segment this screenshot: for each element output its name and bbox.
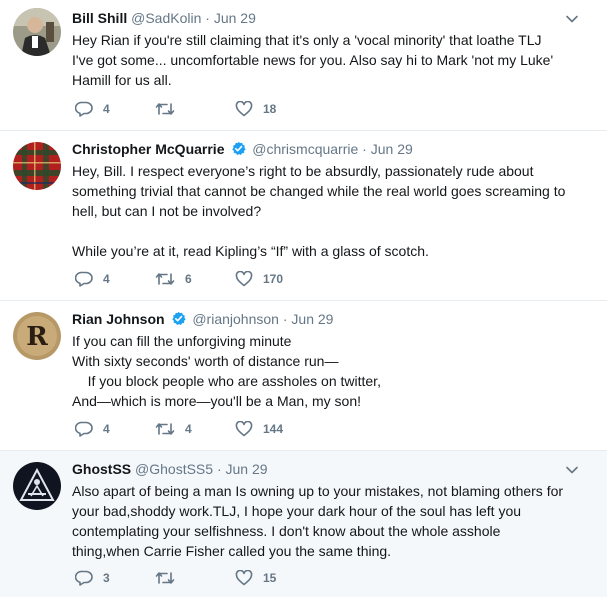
retweet-icon xyxy=(155,423,175,435)
separator-dot: · xyxy=(216,461,222,477)
avatar-ghostss[interactable] xyxy=(13,462,61,510)
tweet-rian-johnson[interactable]: R Rian Johnson @rianjohnson · Jun 29 If … xyxy=(0,301,607,451)
author-name[interactable]: GhostSS xyxy=(72,461,131,477)
like-button[interactable]: 18 xyxy=(235,101,315,117)
reply-count: 4 xyxy=(103,422,110,436)
retweet-button[interactable] xyxy=(155,570,235,586)
retweet-icon xyxy=(155,572,175,584)
reply-button[interactable]: 4 xyxy=(75,101,155,117)
retweet-button[interactable]: 6 xyxy=(155,271,235,287)
retweet-icon xyxy=(155,103,175,115)
verified-icon xyxy=(232,141,246,155)
verified-icon xyxy=(172,311,187,325)
timestamp[interactable]: Jun 29 xyxy=(371,141,413,157)
timestamp[interactable]: Jun 29 xyxy=(214,10,256,26)
like-count: 170 xyxy=(263,272,284,286)
reply-icon xyxy=(75,421,93,437)
retweet-count: 6 xyxy=(185,272,192,286)
reply-button[interactable]: 4 xyxy=(75,421,155,437)
like-icon xyxy=(235,421,253,437)
reply-button[interactable]: 3 xyxy=(75,570,155,586)
author-handle[interactable]: @SadKolin xyxy=(131,10,201,26)
avatar-christopher-mcquarrie[interactable] xyxy=(13,142,61,190)
avatar-letter: R xyxy=(26,322,48,352)
like-icon xyxy=(235,101,253,117)
timestamp[interactable]: Jun 29 xyxy=(226,461,268,477)
tweet-ghostss[interactable]: GhostSS @GhostSS5 · Jun 29 Also apart of… xyxy=(0,451,607,597)
like-count: 18 xyxy=(263,102,277,116)
author-name[interactable]: Christopher McQuarrie xyxy=(72,141,224,157)
retweet-button[interactable]: 4 xyxy=(155,421,235,437)
timestamp[interactable]: Jun 29 xyxy=(291,311,333,327)
tweet-text: Also apart of being a man Is owning up t… xyxy=(72,483,564,559)
tweet-text: Hey, Bill. I respect everyone’s right to… xyxy=(72,163,566,259)
tweet-text: Hey Rian if you're still claiming that i… xyxy=(72,32,554,88)
author-handle[interactable]: @GhostSS5 xyxy=(135,461,213,477)
tweet-text: If you can fill the unforgiving minute W… xyxy=(72,333,381,409)
separator-dot: · xyxy=(205,10,210,26)
author-handle[interactable]: @rianjohnson xyxy=(192,311,279,327)
author-name[interactable]: Bill Shill xyxy=(72,10,127,26)
reply-icon xyxy=(75,101,93,117)
reply-count: 4 xyxy=(103,272,110,286)
like-icon xyxy=(235,271,253,287)
retweet-button[interactable] xyxy=(155,101,235,117)
reply-icon xyxy=(75,570,93,586)
tweet-bill-shill[interactable]: Bill Shill @SadKolin · Jun 29 Hey Rian i… xyxy=(0,0,607,131)
like-icon xyxy=(235,570,253,586)
like-count: 144 xyxy=(263,422,284,436)
reply-icon xyxy=(75,271,93,287)
separator-dot: · xyxy=(362,141,367,157)
like-button[interactable]: 144 xyxy=(235,421,315,437)
retweet-count: 4 xyxy=(185,422,192,436)
reply-count: 4 xyxy=(103,102,110,116)
author-handle[interactable]: @chrismcquarrie xyxy=(252,141,358,157)
reply-button[interactable]: 4 xyxy=(75,271,155,287)
tweet-christopher-mcquarrie[interactable]: Christopher McQuarrie @chrismcquarrie · … xyxy=(0,131,607,301)
chevron-down-icon[interactable] xyxy=(565,463,579,477)
retweet-icon xyxy=(155,273,175,285)
avatar-rian-johnson[interactable]: R xyxy=(13,312,61,360)
separator-dot: · xyxy=(282,311,288,327)
like-button[interactable]: 15 xyxy=(235,570,315,586)
avatar-bill-shill[interactable] xyxy=(13,8,61,56)
author-name[interactable]: Rian Johnson xyxy=(72,311,165,327)
reply-count: 3 xyxy=(103,571,110,585)
chevron-down-icon[interactable] xyxy=(565,12,579,26)
like-button[interactable]: 170 xyxy=(235,271,315,287)
like-count: 15 xyxy=(263,571,277,585)
